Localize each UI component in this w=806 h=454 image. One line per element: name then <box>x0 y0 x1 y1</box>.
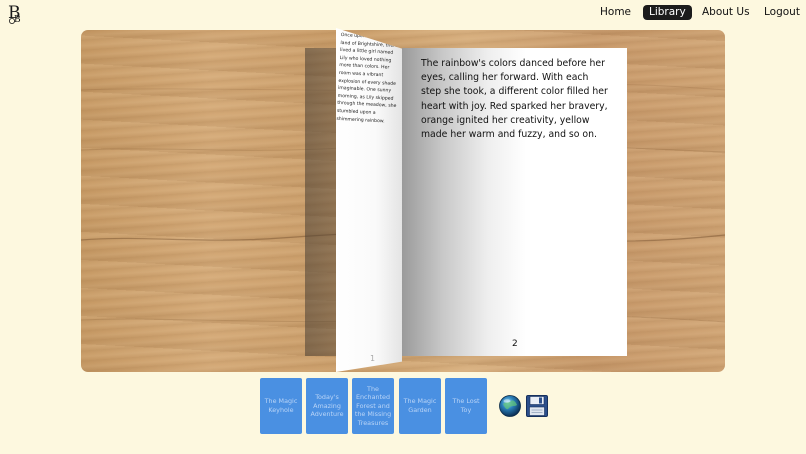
navbar: B B Home Library About Us Logout <box>0 0 806 26</box>
svg-text:B: B <box>14 15 21 25</box>
book-card-title: The Magic Garden <box>403 397 437 414</box>
library-book-card[interactable]: The Enchanted Forest and the Missing Tre… <box>352 378 394 434</box>
nav-about-link[interactable]: About Us <box>702 5 750 20</box>
page-text: The rainbow's colors danced before her e… <box>421 58 608 141</box>
library-book-card[interactable]: The Lost Toy <box>445 378 487 434</box>
page-text: Once upon a time, in the land of Brights… <box>336 32 398 124</box>
save-icon[interactable] <box>525 394 549 418</box>
nav-home-link[interactable]: Home <box>600 5 631 20</box>
library-book-card[interactable]: The Magic Keyhole <box>260 378 302 434</box>
page-number: 1 <box>370 354 376 363</box>
page-number: 2 <box>512 339 518 349</box>
library-book-card[interactable]: The Magic Garden <box>399 378 441 434</box>
book-card-title: Today's Amazing Adventure <box>310 393 344 419</box>
globe-icon[interactable] <box>498 394 522 418</box>
book-card-title: The Enchanted Forest and the Missing Tre… <box>354 384 392 427</box>
book-page-left-turning[interactable]: Once upon a time, in the land of Brights… <box>336 28 402 372</box>
logo-icon[interactable]: B B <box>7 1 27 25</box>
book-card-title: The Lost Toy <box>452 397 480 414</box>
library-book-card[interactable]: Today's Amazing Adventure <box>306 378 348 434</box>
nav-library-link[interactable]: Library <box>643 5 692 20</box>
book-page-right[interactable]: The rainbow's colors danced before her e… <box>402 48 627 356</box>
book-card-title: The Magic Keyhole <box>264 397 298 414</box>
nav-logout-link[interactable]: Logout <box>764 5 800 20</box>
